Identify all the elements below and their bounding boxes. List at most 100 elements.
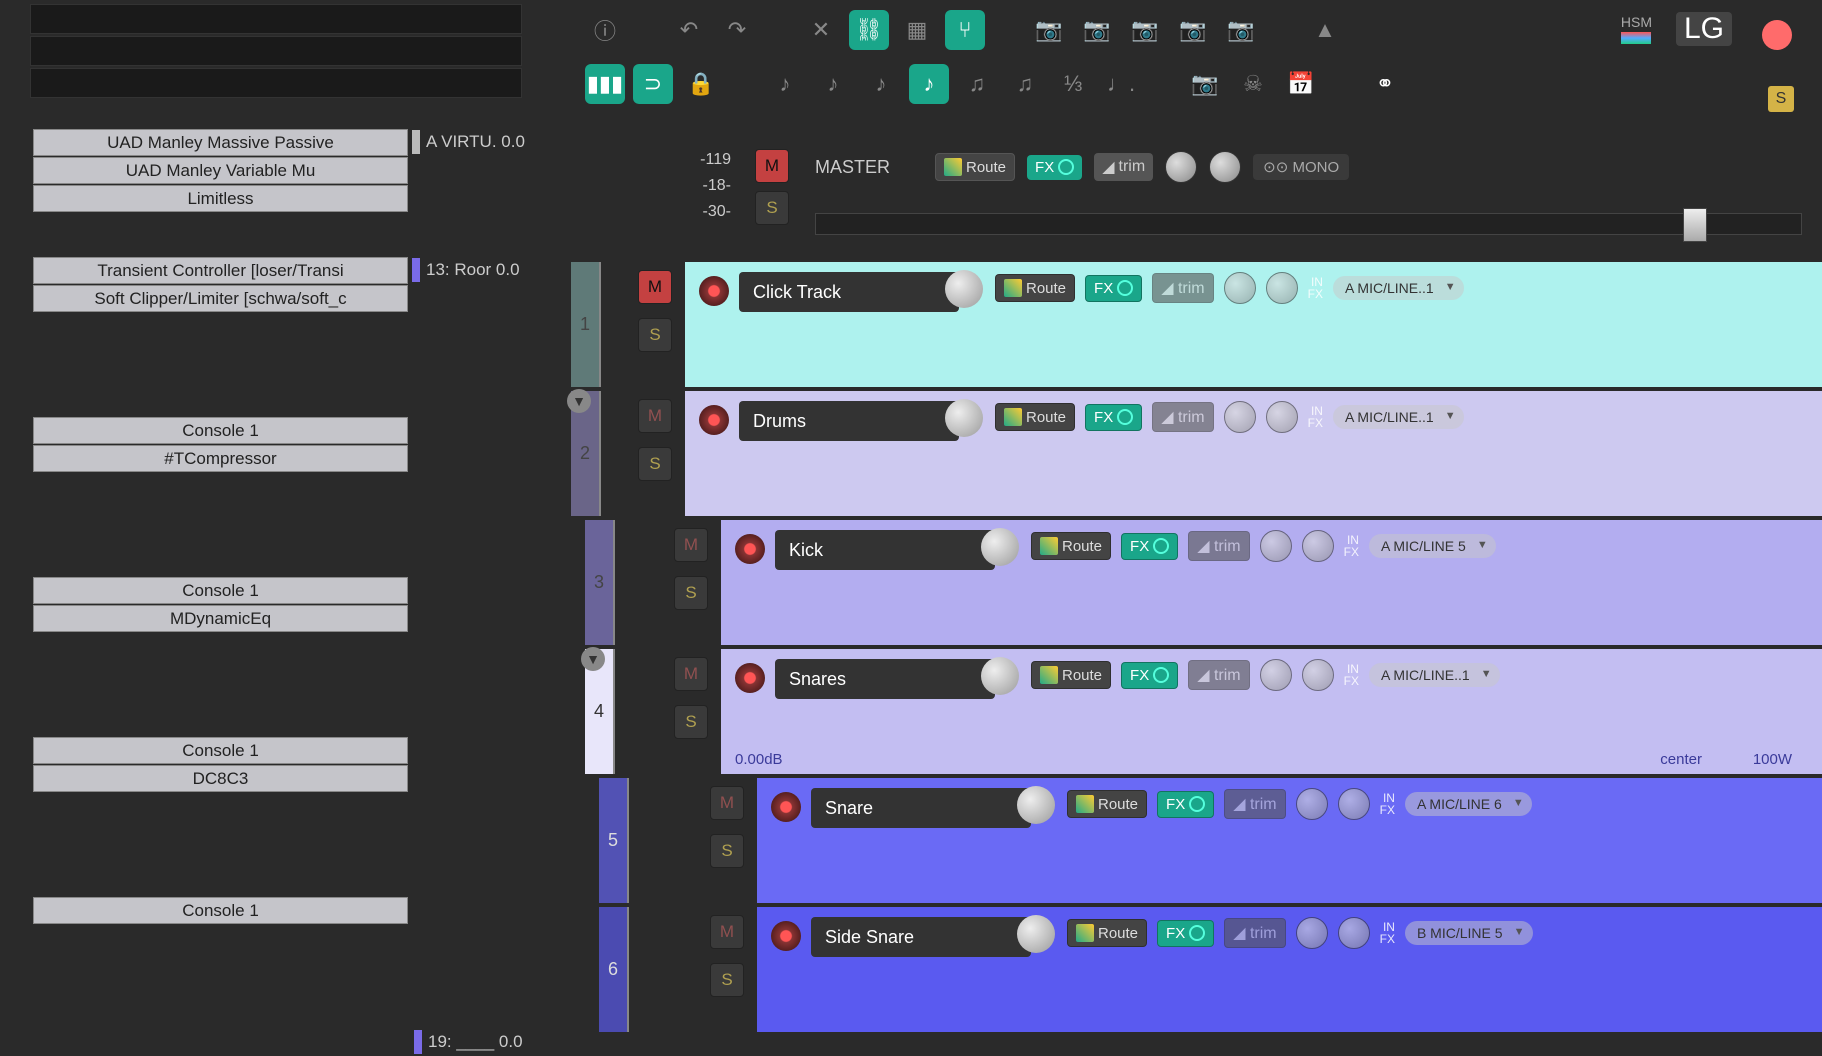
nuclear-icon[interactable] [1762,20,1792,50]
track-pan-knob[interactable] [1338,788,1370,820]
power-icon[interactable] [1058,159,1074,175]
track-big-knob[interactable] [1017,786,1055,824]
note1-icon[interactable]: ♪ [765,64,805,104]
master-fx-button[interactable]: FX [1027,155,1082,180]
track-header[interactable]: Click TrackRouteFX◢ trimINFXA MIC/LINE..… [685,262,1822,387]
track-big-knob[interactable] [945,270,983,308]
fx-plugin-slot[interactable]: DC8C3 [33,765,408,792]
track-solo-button[interactable]: S [674,576,708,610]
fx-plugin-slot[interactable]: Console 1 [33,417,408,444]
folder-collapse-icon[interactable]: ▼ [567,389,591,413]
track-fx-button[interactable]: FX [1157,920,1214,947]
track-big-knob[interactable] [981,657,1019,695]
skull-icon[interactable]: ☠ [1233,64,1273,104]
track-route-button[interactable]: Route [1067,919,1147,947]
record-arm-button[interactable] [699,405,729,435]
fx-plugin-slot[interactable]: Console 1 [33,577,408,604]
track-pan-knob[interactable] [1302,659,1334,691]
track-name[interactable]: Snare [811,788,1031,828]
link-icon[interactable]: ⛓ [849,10,889,50]
magnet-icon[interactable]: ⊃ [633,64,673,104]
track-vol-knob[interactable] [1224,401,1256,433]
track-big-knob[interactable] [1017,915,1055,953]
track-route-button[interactable]: Route [1031,661,1111,689]
track-mute-button[interactable]: M [674,528,708,562]
track-header[interactable]: Side SnareRouteFX◢ trimINFXB MIC/LINE 5 [757,907,1822,1032]
track-header[interactable]: SnareRouteFX◢ trimINFXA MIC/LINE 6 [757,778,1822,903]
track-solo-button[interactable]: S [638,318,672,352]
record-arm-button[interactable] [771,921,801,951]
folder-collapse-icon[interactable]: ▼ [581,647,605,671]
master-mono-button[interactable]: ⊙⊙ MONO [1253,154,1349,180]
direction-icon[interactable]: ▲ [1305,10,1345,50]
track-trim-button[interactable]: ◢ trim [1152,402,1213,432]
note6-icon[interactable]: ♫ [1005,64,1045,104]
fx-track-meta[interactable]: A VIRTU. 0.0 [408,128,560,156]
master-fader-handle[interactable] [1683,208,1707,242]
track-route-button[interactable]: Route [1067,790,1147,818]
track-trim-button[interactable]: ◢ trim [1152,273,1213,303]
track-fx-button[interactable]: FX [1121,533,1178,560]
master-vol-knob[interactable] [1165,151,1197,183]
track-vol-knob[interactable] [1296,788,1328,820]
fx-plugin-slot[interactable]: #TCompressor [33,445,408,472]
shuffle-icon[interactable]: ✕ [801,10,841,50]
master-route-button[interactable]: Route [935,153,1015,181]
fx-plugin-slot[interactable]: Limitless [33,185,408,212]
track-input-selector[interactable]: A MIC/LINE..1 [1333,276,1464,300]
track-solo-button[interactable]: S [710,963,744,997]
track-input-selector[interactable]: A MIC/LINE..1 [1369,663,1500,687]
branch-icon[interactable]: ⑂ [945,10,985,50]
track-pan-knob[interactable] [1266,401,1298,433]
note2-icon[interactable]: ♪ [813,64,853,104]
track-header[interactable]: DrumsRouteFX◢ trimINFXA MIC/LINE..1 [685,391,1822,516]
master-trim-button[interactable]: ◢ trim [1094,153,1153,181]
undo-icon[interactable]: ↶ [669,10,709,50]
track-input-selector[interactable]: B MIC/LINE 5 [1405,921,1533,945]
fx-plugin-slot[interactable]: UAD Manley Massive Passive [33,129,408,156]
record-arm-button[interactable] [771,792,801,822]
track-input-selector[interactable]: A MIC/LINE..1 [1333,405,1464,429]
size-indicator[interactable]: LG [1676,12,1732,46]
track-trim-button[interactable]: ◢ trim [1188,531,1249,561]
redo-icon[interactable]: ↷ [717,10,757,50]
fx-plugin-slot[interactable]: Console 1 [33,897,408,924]
master-fader[interactable] [815,213,1802,235]
track-name[interactable]: Side Snare [811,917,1031,957]
camera5-icon[interactable]: 📷 [1221,10,1261,50]
record-arm-button[interactable] [735,534,765,564]
master-solo-button[interactable]: S [755,191,789,225]
fx-track-meta[interactable]: 13: Roor 0.0 [408,256,560,284]
track-fx-button[interactable]: FX [1157,791,1214,818]
solo-badge[interactable]: S [1768,86,1794,112]
track-mute-button[interactable]: M [674,657,708,691]
track-vol-knob[interactable] [1260,530,1292,562]
track-fx-button[interactable]: FX [1085,275,1142,302]
track-big-knob[interactable] [981,528,1019,566]
hsm-indicator[interactable]: HSM [1621,14,1652,44]
track-input-selector[interactable]: A MIC/LINE 5 [1369,534,1496,558]
dotted-icon[interactable]: ♩. [1101,64,1141,104]
note5-icon[interactable]: ♫ [957,64,997,104]
fx-track-meta[interactable]: 19: ____ 0.0 [410,1028,560,1056]
track-trim-button[interactable]: ◢ trim [1188,660,1249,690]
track-pan-knob[interactable] [1338,917,1370,949]
track-vol-knob[interactable] [1296,917,1328,949]
lock-icon[interactable]: 🔒 [681,64,721,104]
calendar-icon[interactable]: 📅 [1281,64,1321,104]
camera3-icon[interactable]: 📷 [1125,10,1165,50]
track-name[interactable]: Kick [775,530,995,570]
track-pan-knob[interactable] [1266,272,1298,304]
track-solo-button[interactable]: S [674,705,708,739]
track-mute-button[interactable]: M [710,915,744,949]
record-arm-button[interactable] [735,663,765,693]
track-mute-button[interactable]: M [710,786,744,820]
fx-plugin-slot[interactable]: UAD Manley Variable Mu [33,157,408,184]
track-number[interactable]: 6 [599,907,629,1032]
camera1-icon[interactable]: 📷 [1029,10,1069,50]
record-arm-button[interactable] [699,276,729,306]
bars-icon[interactable]: ▮▮▮ [585,64,625,104]
note3-icon[interactable]: ♪ [861,64,901,104]
triplet-icon[interactable]: ⅓ [1053,64,1093,104]
camera4-icon[interactable]: 📷 [1173,10,1213,50]
